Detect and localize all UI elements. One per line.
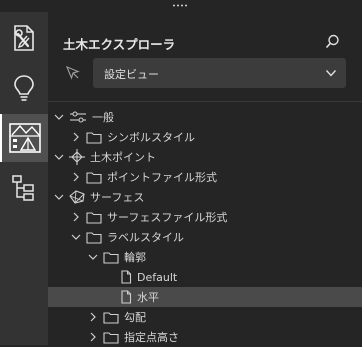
chevron-right-icon[interactable] xyxy=(87,311,99,323)
tree-item[interactable]: ポイントファイル形式 xyxy=(48,167,362,187)
tree-item[interactable]: サーフェス xyxy=(48,187,362,207)
crosshair-point-icon xyxy=(69,149,85,165)
view-dropdown-value: 設定ビュー xyxy=(104,68,159,81)
tree-item-label: 水平 xyxy=(137,291,159,304)
surface-icon xyxy=(69,190,85,204)
tree-item-label: 一般 xyxy=(92,111,114,124)
chevron-down-icon[interactable] xyxy=(70,231,82,243)
tree-item[interactable]: 指定点高さ xyxy=(48,327,362,347)
chevron-right-icon[interactable] xyxy=(70,211,82,223)
activity-tools[interactable] xyxy=(0,14,48,62)
settings-sliders-icon xyxy=(69,111,87,123)
tree-item-label: サーフェスファイル形式 xyxy=(107,211,228,224)
folder-icon xyxy=(86,231,102,244)
search-button[interactable] xyxy=(325,34,340,52)
chevron-right-icon[interactable] xyxy=(87,331,99,343)
tree-item[interactable]: 水平 xyxy=(48,287,362,307)
chevron-down-icon[interactable] xyxy=(87,251,99,263)
tree-item-label: サーフェス xyxy=(90,191,145,204)
wrench-screwdriver-icon xyxy=(14,25,34,51)
tree-item-label: Default xyxy=(137,270,178,284)
drag-grip-icon[interactable] xyxy=(172,4,188,7)
lightbulb-icon xyxy=(14,75,34,101)
hierarchy-tree-icon xyxy=(12,175,34,201)
tree-item-label: ラベルスタイル xyxy=(107,231,184,244)
tree-item-label: 指定点高さ xyxy=(124,331,179,344)
search-icon xyxy=(325,34,339,49)
folder-icon xyxy=(86,171,102,184)
tree-item-label: シンボルスタイル xyxy=(107,131,195,144)
panel-top-bar xyxy=(0,0,362,12)
folder-icon xyxy=(86,211,102,224)
folder-icon xyxy=(103,331,119,344)
tree-item-label: 土木ポイント xyxy=(90,151,156,164)
panel-divider xyxy=(48,101,362,102)
tree-item[interactable]: Default xyxy=(48,267,362,287)
tree-item[interactable]: 一般 xyxy=(48,107,362,127)
activity-hierarchy[interactable] xyxy=(0,164,48,212)
chevron-down-icon[interactable] xyxy=(53,151,65,163)
tree-item[interactable]: シンボルスタイル xyxy=(48,127,362,147)
activity-civil-explorer[interactable] xyxy=(0,114,48,162)
folder-icon xyxy=(103,251,119,264)
tree-item[interactable]: サーフェスファイル形式 xyxy=(48,207,362,227)
civil-settings-icon xyxy=(9,123,41,153)
tree-item-label: ポイントファイル形式 xyxy=(107,171,217,184)
tree-item[interactable]: 土木ポイント xyxy=(48,147,362,167)
chevron-right-icon[interactable] xyxy=(70,171,82,183)
select-pointer-button[interactable] xyxy=(65,65,80,83)
activity-ideas[interactable] xyxy=(0,64,48,112)
document-icon xyxy=(120,270,132,284)
chevron-right-icon[interactable] xyxy=(70,131,82,143)
settings-tree: 一般シンボルスタイル土木ポイントポイントファイル形式サーフェスサーフェスファイル… xyxy=(48,107,362,347)
tree-item[interactable]: 勾配 xyxy=(48,307,362,327)
chevron-down-icon[interactable] xyxy=(53,111,65,123)
chevron-down-icon[interactable] xyxy=(53,191,65,203)
tree-item[interactable]: ラベルスタイル xyxy=(48,227,362,247)
pointer-icon xyxy=(65,65,80,80)
chevron-down-icon xyxy=(325,70,337,77)
tree-item[interactable]: 輪郭 xyxy=(48,247,362,267)
view-dropdown[interactable]: 設定ビュー xyxy=(93,58,346,88)
tree-item-label: 輪郭 xyxy=(124,251,146,264)
panel-title: 土木エクスプローラ xyxy=(63,37,176,52)
activity-bar xyxy=(0,12,48,345)
document-icon xyxy=(120,290,132,304)
folder-icon xyxy=(86,131,102,144)
folder-icon xyxy=(103,311,119,324)
tree-item-label: 勾配 xyxy=(124,311,146,324)
